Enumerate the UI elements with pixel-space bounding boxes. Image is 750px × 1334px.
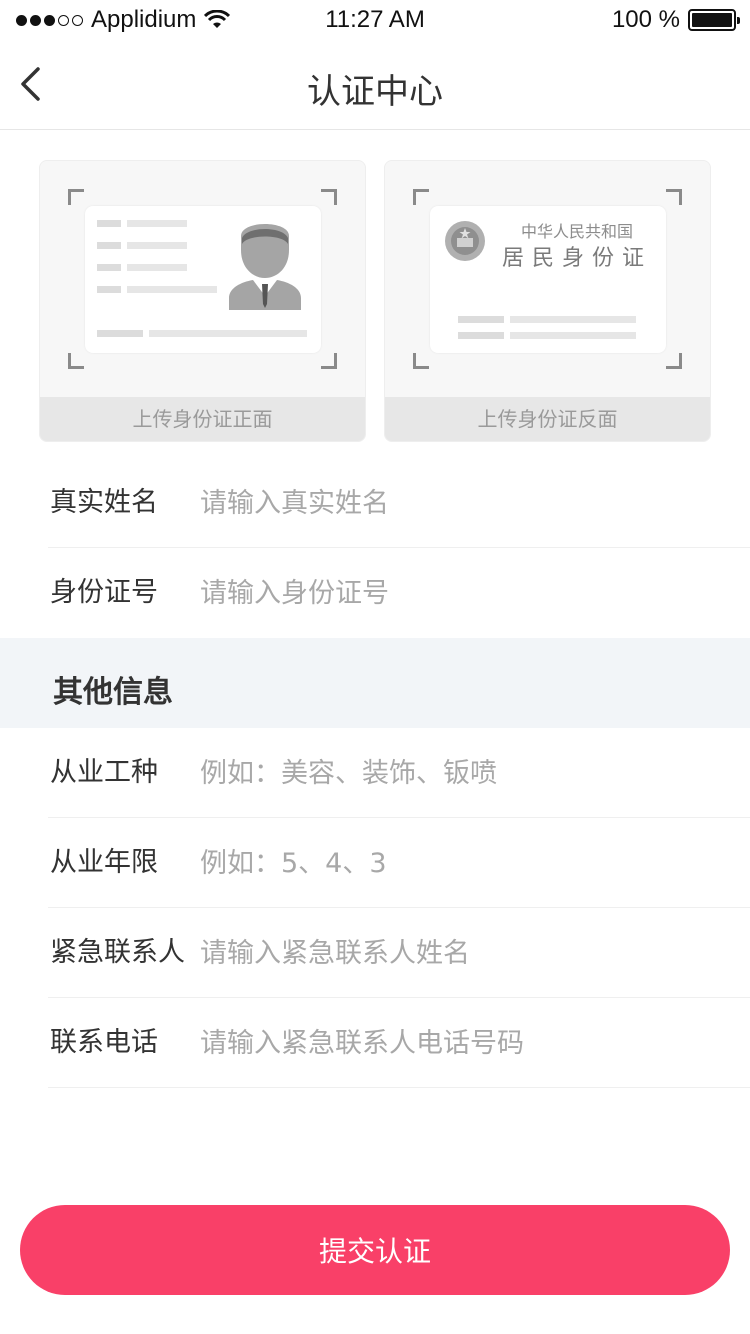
upload-id-back-button[interactable]: 中华人民共和国 居民身份证 上传身份证反面 (384, 160, 711, 442)
battery-icon (688, 9, 740, 31)
id-number-label: 身份证号 (50, 577, 158, 608)
id-back-card-name: 居民身份证 (502, 246, 653, 271)
id-number-input[interactable] (200, 568, 720, 618)
years-row: 从业年限 (48, 818, 750, 908)
id-back-country-text: 中华人民共和国 (520, 222, 633, 241)
id-number-row: 身份证号 (48, 548, 750, 638)
battery-percent: 100 % (611, 6, 680, 33)
id-front-illustration (85, 206, 321, 353)
id-back-illustration: 中华人民共和国 居民身份证 (430, 206, 666, 353)
name-label: 真实姓名 (50, 487, 158, 518)
page-title: 认证中心 (307, 72, 443, 112)
status-bar: Applidium 11:27 AM 100 % (0, 0, 750, 40)
national-emblem-icon (445, 221, 485, 261)
nav-bar: 认证中心 (0, 40, 750, 130)
contact-phone-input[interactable] (200, 1018, 720, 1068)
years-label: 从业年限 (50, 847, 158, 878)
occupation-label: 从业工种 (50, 757, 158, 788)
id-front-caption: 上传身份证正面 (40, 397, 365, 441)
id-back-caption: 上传身份证反面 (385, 397, 710, 441)
contact-phone-row: 联系电话 (48, 998, 750, 1088)
other-info-section-header: 其他信息 (0, 638, 750, 728)
submit-verification-button[interactable]: 提交认证 (20, 1205, 730, 1295)
emergency-contact-label: 紧急联系人 (50, 937, 185, 968)
occupation-input[interactable] (200, 748, 720, 798)
occupation-row: 从业工种 (48, 728, 750, 818)
real-name-input[interactable] (200, 478, 720, 528)
emergency-contact-input[interactable] (200, 928, 720, 978)
emergency-contact-row: 紧急联系人 (48, 908, 750, 998)
upload-id-front-button[interactable]: 上传身份证正面 (39, 160, 366, 442)
years-input[interactable] (200, 838, 720, 888)
contact-phone-label: 联系电话 (50, 1027, 158, 1058)
person-portrait-icon (229, 224, 301, 310)
name-row: 真实姓名 (48, 458, 750, 548)
status-right: 100 % (611, 6, 740, 34)
